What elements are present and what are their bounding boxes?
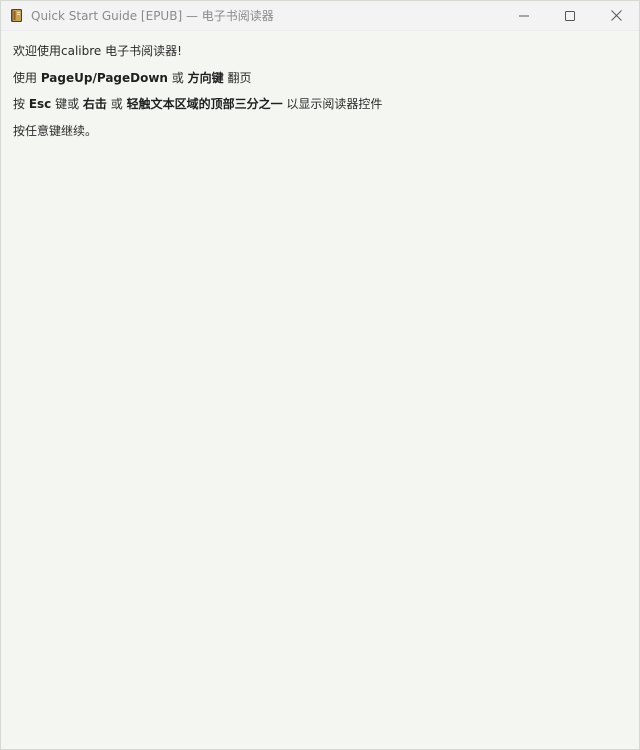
- maximize-button[interactable]: [547, 1, 593, 31]
- title-bar[interactable]: Quick Start Guide [EPUB] — 电子书阅读器: [1, 1, 639, 31]
- continue-hint: 按任意键继续。: [13, 123, 98, 138]
- controls-hint: 按 Esc 键或 右击 或 轻触文本区域的顶部三分之一 以显示阅读器控件: [13, 91, 627, 118]
- hint-text: 翻页: [223, 70, 252, 85]
- hint-key: 方向键: [187, 70, 224, 85]
- minimize-icon: [519, 6, 529, 25]
- hint-text: 按: [13, 97, 29, 111]
- hint-text: 或: [167, 70, 188, 85]
- reader-window: Quick Start Guide [EPUB] — 电子书阅读器 欢迎使用ca…: [0, 0, 640, 750]
- hint-key: 右击: [82, 97, 107, 111]
- page-turn-hint: 使用 PageUp/PageDown 或 方向键 翻页: [13, 65, 627, 92]
- close-button[interactable]: [593, 1, 639, 31]
- hint-text: 使用: [13, 70, 41, 85]
- hint-key: PageUp/PageDown: [40, 70, 168, 85]
- minimize-button[interactable]: [501, 1, 547, 31]
- calibre-book-icon: [9, 8, 25, 24]
- hint-key: Esc: [28, 97, 52, 111]
- welcome-line: 欢迎使用calibre 电子书阅读器!: [13, 44, 182, 58]
- window-controls: [501, 1, 639, 31]
- hint-text: 或: [106, 97, 127, 111]
- maximize-icon: [565, 6, 575, 25]
- hint-text: 以显示阅读器控件: [282, 97, 383, 111]
- window-title: Quick Start Guide [EPUB] — 电子书阅读器: [31, 9, 274, 23]
- hint-key: 轻触文本区域的顶部三分之一: [126, 97, 283, 111]
- close-icon: [610, 6, 622, 25]
- hint-text: 键或: [51, 97, 83, 111]
- book-content-area[interactable]: 欢迎使用calibre 电子书阅读器! 使用 PageUp/PageDown 或…: [1, 31, 639, 144]
